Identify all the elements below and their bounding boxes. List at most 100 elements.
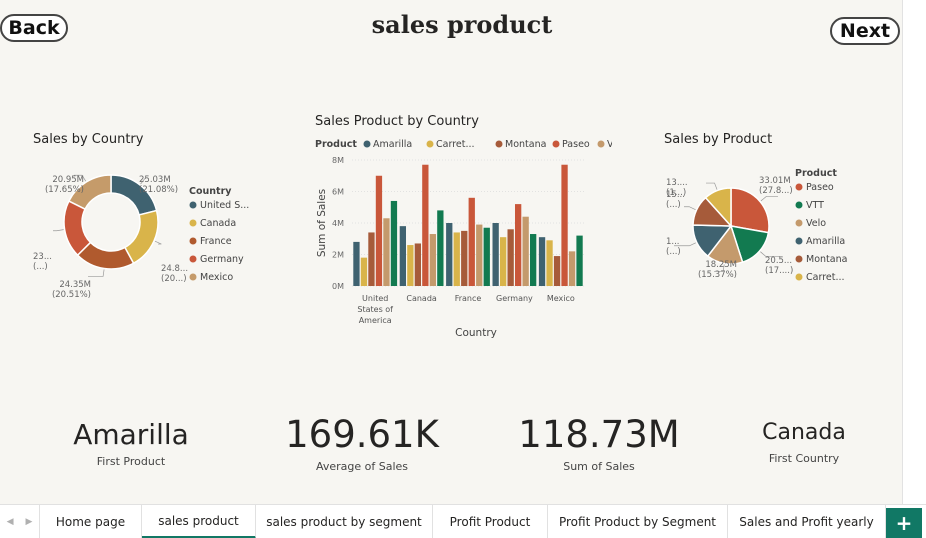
slice-percent-label: (20...) — [161, 274, 187, 284]
kpi-average-sales-label: Average of Sales — [315, 460, 409, 473]
slice-value-label: 23... — [33, 252, 52, 262]
tab-sales-product-by-segment[interactable]: sales product by segment — [256, 505, 433, 538]
slice-value-label: 20.5... — [765, 256, 792, 266]
tab-profit-product[interactable]: Profit Product — [433, 505, 548, 538]
chevron-left-icon[interactable]: ◀ — [7, 517, 14, 527]
legend-item[interactable]: Amarilla — [806, 236, 845, 247]
bar[interactable] — [483, 227, 490, 286]
bar[interactable] — [476, 224, 483, 286]
bar[interactable] — [383, 218, 390, 286]
x-tick-label: Germany — [496, 294, 533, 303]
legend-title: Product — [315, 139, 357, 150]
bar[interactable] — [546, 240, 553, 286]
bar[interactable] — [461, 230, 468, 286]
bar[interactable] — [390, 200, 398, 286]
tab-sales-product[interactable]: sales product — [142, 505, 256, 538]
legend-marker — [363, 140, 371, 148]
y-tick-label: 4M — [332, 219, 344, 228]
legend-marker — [795, 255, 803, 263]
legend-item[interactable]: United S... — [200, 200, 249, 211]
donut-chart-title: Sales by Country — [33, 132, 144, 147]
bar[interactable] — [530, 234, 537, 286]
bar[interactable] — [360, 257, 368, 286]
slice-value-label: 20.95M — [52, 175, 84, 185]
legend-item[interactable]: Montana — [806, 254, 847, 265]
bar[interactable] — [407, 245, 414, 286]
next-button[interactable]: Next — [830, 17, 900, 45]
slice-percent-label: (15.37%) — [698, 270, 737, 280]
legend-marker — [189, 219, 197, 227]
slice-percent-label: (...) — [666, 247, 681, 257]
pie-chart-title: Sales by Product — [664, 132, 773, 147]
legend-item[interactable]: Velo — [806, 218, 826, 229]
leader-line — [706, 182, 718, 190]
y-tick-label: 0M — [332, 282, 344, 291]
legend-item[interactable]: France — [200, 236, 232, 247]
slice-value-label: 25.03M — [139, 175, 171, 185]
legend-item[interactable]: Canada — [200, 218, 236, 229]
bar[interactable] — [414, 243, 421, 286]
legend-title: Product — [795, 168, 837, 179]
legend-item[interactable]: Carret... — [436, 139, 475, 150]
legend-marker — [189, 201, 197, 209]
legend-item[interactable]: Velo — [607, 139, 612, 150]
slice-percent-label: (...) — [33, 262, 48, 272]
kpi-average-sales-value: 169.61K — [285, 413, 439, 456]
bar[interactable] — [422, 164, 429, 286]
kpi-sum-sales-label: Sum of Sales — [563, 460, 635, 473]
bar[interactable] — [353, 241, 360, 286]
bar[interactable] — [576, 235, 583, 286]
bar[interactable] — [561, 164, 568, 286]
bar[interactable] — [522, 216, 529, 286]
slice-value-label: 33.01M — [759, 176, 791, 186]
bar[interactable] — [500, 237, 507, 286]
tab-home-page[interactable]: Home page — [40, 505, 142, 538]
legend-marker — [597, 140, 605, 148]
legend-item[interactable]: Paseo — [806, 182, 834, 193]
leader-line — [154, 240, 162, 245]
leader-line — [88, 269, 105, 277]
bar[interactable] — [446, 223, 453, 286]
sales-product-by-country-bar[interactable]: Product Amarilla Carret... Montana Paseo Velo… — [312, 134, 612, 344]
bar[interactable] — [538, 237, 546, 286]
bar[interactable] — [507, 229, 514, 286]
legend-item[interactable]: Germany — [200, 254, 244, 265]
bar[interactable] — [568, 251, 576, 286]
bar[interactable] — [437, 210, 444, 286]
bar[interactable] — [492, 223, 499, 286]
legend-item[interactable]: Carret... — [806, 272, 845, 283]
legend-item[interactable]: Montana — [505, 139, 546, 150]
legend-item[interactable]: VTT — [806, 200, 824, 211]
slice-percent-label: (20.51%) — [52, 290, 91, 300]
legend-marker — [795, 273, 803, 281]
slice-percent-label: (17....) — [765, 266, 793, 276]
legend-item[interactable]: Mexico — [200, 272, 233, 283]
plus-icon[interactable]: + — [886, 508, 922, 538]
bar[interactable] — [399, 226, 406, 286]
bar[interactable] — [375, 175, 383, 286]
bar[interactable] — [515, 204, 522, 286]
kpi-first-country-label: First Country — [768, 452, 840, 465]
legend-item[interactable]: Paseo — [562, 139, 590, 150]
x-axis-title: Country — [455, 327, 497, 339]
bar[interactable] — [429, 234, 436, 286]
bar[interactable] — [453, 232, 460, 286]
page-tab-bar: ◀ ▶ Home page sales product sales produc… — [0, 504, 926, 538]
legend-item[interactable]: Amarilla — [373, 139, 412, 150]
slice-value-label: 18.25M — [705, 260, 737, 270]
bar[interactable] — [553, 256, 561, 286]
kpi-first-country-value: Canada — [762, 420, 846, 445]
legend-marker — [189, 237, 197, 245]
y-tick-label: 8M — [332, 156, 344, 165]
slice-percent-label: (27.8...) — [759, 186, 793, 196]
tab-profit-product-by-segment[interactable]: Profit Product by Segment — [548, 505, 728, 538]
tab-sales-and-profit-yearly[interactable]: Sales and Profit yearly — [728, 505, 886, 538]
bar[interactable] — [368, 232, 375, 286]
sales-by-country-donut[interactable]: 25.03M(21.08%) 24.8...(20...) 24.35M(20.51… — [28, 160, 260, 310]
sales-by-product-pie[interactable]: 33.01M(27.8...) 20.5...(17....) 18.25M(15.… — [658, 160, 898, 295]
bar[interactable] — [468, 197, 475, 286]
slice-percent-label: (17.65%) — [45, 185, 84, 195]
chevron-right-icon[interactable]: ▶ — [26, 517, 33, 527]
back-button[interactable]: Back — [0, 14, 68, 42]
pie-slice[interactable] — [63, 200, 92, 257]
